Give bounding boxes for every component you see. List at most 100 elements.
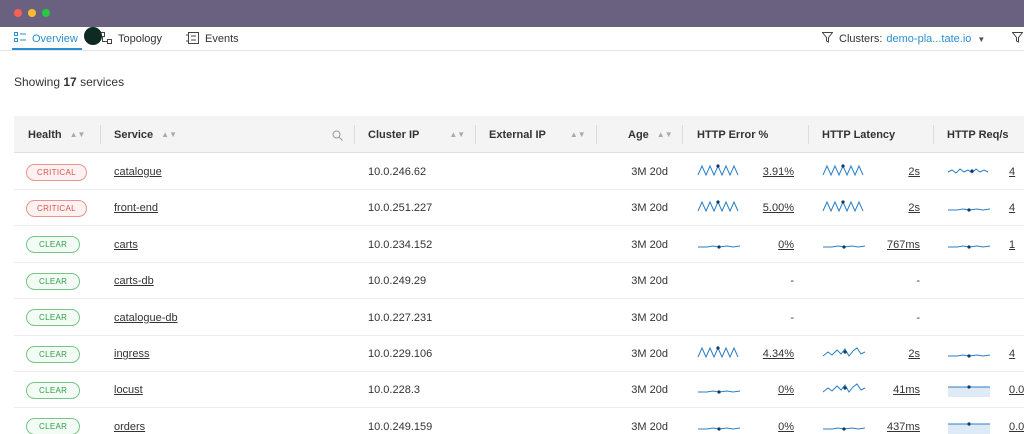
cluster-filter[interactable]: Clusters: demo-pla...tate.io ▼ — [821, 27, 985, 51]
column-http-error-label: HTTP Error % — [697, 128, 769, 141]
service-link[interactable]: carts — [114, 239, 138, 251]
service-link[interactable]: orders — [114, 421, 145, 433]
table-row[interactable]: CLEAR locust 10.0.228.3 3M 20d 0% 41ms 0.0 — [14, 372, 1024, 409]
service-link[interactable]: front-end — [114, 202, 158, 214]
http-latency-value[interactable]: 41ms — [893, 384, 920, 396]
service-cell: front-end — [114, 190, 158, 226]
column-http-req-label: HTTP Req/s — [947, 128, 1009, 141]
http-error-sparkline — [698, 427, 741, 431]
tab-topology[interactable]: Topology — [100, 27, 162, 51]
mouse-cursor-indicator — [84, 27, 102, 45]
http-latency-value[interactable]: 437ms — [887, 421, 920, 433]
http-req-value[interactable]: 4 — [1009, 202, 1015, 214]
service-link[interactable]: ingress — [114, 348, 149, 360]
http-latency-cell: 767ms — [870, 227, 920, 263]
table-row[interactable]: CLEAR catalogue-db 10.0.227.231 3M 20d - - — [14, 300, 1024, 336]
http-error-value[interactable]: 4.34% — [763, 348, 794, 360]
service-link[interactable]: carts-db — [114, 275, 154, 287]
tab-bar: Overview Topology Events Clusters: demo-… — [0, 27, 1024, 51]
http-req-value[interactable]: 1 — [1009, 239, 1015, 251]
minimize-window-button[interactable] — [28, 9, 36, 17]
http-latency-value[interactable]: 2s — [908, 166, 920, 178]
table-row[interactable]: CLEAR carts 10.0.234.152 3M 20d 0% 767ms 1 — [14, 227, 1024, 263]
http-req-cell: 0.0 — [1009, 372, 1024, 408]
column-age-label: Age — [628, 128, 649, 141]
column-service[interactable]: Service ▲▼ — [114, 116, 177, 153]
http-error-value[interactable]: 0% — [778, 421, 794, 433]
secondary-filter[interactable] — [1011, 27, 1024, 51]
http-latency-sparkline — [823, 245, 866, 249]
column-cluster-ip[interactable]: Cluster IP ▲▼ — [368, 116, 465, 153]
column-external-ip[interactable]: External IP ▲▼ — [489, 116, 586, 153]
column-divider — [682, 125, 683, 144]
http-error-value[interactable]: 3.91% — [763, 166, 794, 178]
service-link[interactable]: catalogue — [114, 166, 162, 178]
cluster-filter-label: Clusters: — [839, 33, 883, 45]
tab-events[interactable]: Events — [186, 27, 239, 51]
http-req-cell — [1009, 300, 1024, 336]
column-http-req[interactable]: HTTP Req/s — [947, 116, 1009, 153]
table-row[interactable]: CLEAR orders 10.0.249.159 3M 20d 0% 437ms 0.0 — [14, 409, 1024, 434]
table-row[interactable]: CLEAR carts-db 10.0.249.29 3M 20d - - — [14, 263, 1024, 300]
http-error-cell: 4.34% — [744, 336, 794, 372]
http-error-value[interactable]: 0% — [778, 239, 794, 251]
health-status-badge: CRITICAL — [26, 199, 87, 217]
health-status-badge: CLEAR — [26, 381, 81, 399]
table-row[interactable]: CRITICAL front-end 10.0.251.227 3M 20d 5.00%… — [14, 190, 1024, 227]
http-req-value[interactable]: 4 — [1009, 166, 1015, 178]
http-latency-cell: 2s — [870, 154, 920, 190]
cluster-ip-cell: 10.0.246.62 — [368, 166, 427, 178]
http-latency-cell: - — [870, 300, 920, 336]
http-req-value[interactable]: 4 — [1009, 348, 1015, 360]
http-error-value[interactable]: 0% — [778, 384, 794, 396]
service-link[interactable]: locust — [114, 384, 143, 396]
http-latency-value[interactable]: 2s — [908, 348, 920, 360]
column-external-ip-label: External IP — [489, 128, 546, 141]
column-service-label: Service — [114, 128, 154, 141]
service-cell: catalogue — [114, 154, 162, 190]
column-age[interactable]: Age ▲▼ — [628, 116, 673, 153]
http-latency-value[interactable]: 2s — [908, 202, 920, 214]
column-http-latency[interactable]: HTTP Latency — [822, 116, 895, 153]
search-icon[interactable] — [332, 128, 343, 146]
http-req-value[interactable]: 0.0 — [1009, 421, 1024, 433]
tab-overview-label: Overview — [32, 33, 78, 45]
column-health[interactable]: Health ▲▼ — [28, 116, 85, 153]
cluster-filter-value: demo-pla...tate.io — [886, 33, 972, 45]
http-latency-value[interactable]: 767ms — [887, 239, 920, 251]
http-error-cell: 0% — [744, 409, 794, 434]
health-cell: CLEAR — [26, 336, 81, 372]
health-cell: CRITICAL — [26, 154, 87, 190]
http-req-cell: 1 — [1009, 227, 1024, 263]
http-error-value[interactable]: 5.00% — [763, 202, 794, 214]
http-req-sparkline — [948, 385, 990, 398]
service-cell: carts — [114, 227, 138, 263]
column-http-error[interactable]: HTTP Error % — [697, 116, 768, 153]
http-latency-sparkline — [822, 347, 866, 357]
health-cell: CLEAR — [26, 372, 81, 408]
tab-events-label: Events — [205, 33, 239, 45]
http-req-cell — [1009, 263, 1024, 299]
list-icon — [14, 31, 26, 47]
age-cell: 3M 20d — [631, 275, 668, 288]
service-link[interactable]: catalogue-db — [114, 312, 178, 324]
cluster-ip-cell: 10.0.229.106 — [368, 348, 433, 360]
http-error-value: - — [790, 275, 794, 288]
http-latency-sparkline — [822, 200, 864, 213]
cluster-ip-cell: 10.0.228.3 — [368, 384, 420, 397]
health-status-badge: CLEAR — [26, 272, 81, 290]
maximize-window-button[interactable] — [42, 9, 50, 17]
http-req-value[interactable]: 0.0 — [1009, 384, 1024, 396]
http-error-sparkline — [698, 390, 741, 394]
http-error-sparkline — [697, 164, 739, 177]
close-window-button[interactable] — [14, 9, 22, 17]
health-cell: CLEAR — [26, 227, 81, 263]
column-cluster-ip-label: Cluster IP — [368, 128, 420, 141]
column-health-label: Health — [28, 128, 62, 141]
table-row[interactable]: CRITICAL catalogue 10.0.246.62 3M 20d 3.91% 2… — [14, 154, 1024, 190]
http-latency-value: - — [916, 275, 920, 288]
http-error-sparkline — [698, 245, 741, 249]
column-divider — [933, 125, 934, 144]
table-row[interactable]: CLEAR ingress 10.0.229.106 3M 20d 4.34% 2s 4 — [14, 336, 1024, 372]
http-error-cell: - — [744, 263, 794, 299]
